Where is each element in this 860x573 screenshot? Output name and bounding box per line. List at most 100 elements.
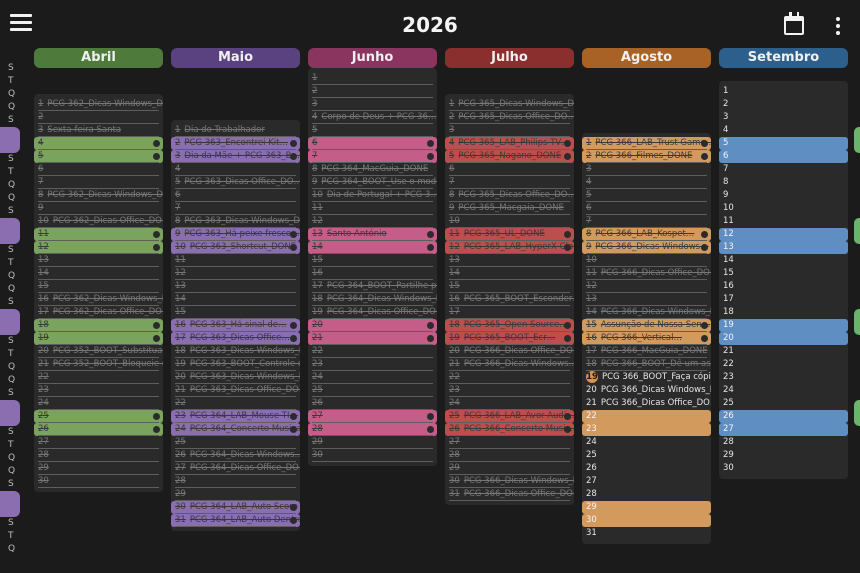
day-row[interactable]: 31 PCG 366_Dicas Office_DO…: [445, 488, 574, 501]
day-row[interactable]: 28: [308, 423, 437, 436]
day-row[interactable]: 29: [171, 488, 300, 501]
day-row[interactable]: 29: [445, 462, 574, 475]
prev-month-weekend-tab[interactable]: [0, 400, 20, 426]
day-row[interactable]: 6: [582, 202, 711, 215]
day-row[interactable]: 18PCG 363_Dicas Windows_D…: [171, 345, 300, 358]
day-row[interactable]: 14: [719, 254, 848, 267]
day-row[interactable]: 1: [308, 72, 437, 85]
day-row[interactable]: 4 PCG 365_LAB_Philips TV…: [445, 137, 574, 150]
day-row[interactable]: 19 PCG 365_BOOT_Ecr…: [445, 332, 574, 345]
remove-event-icon[interactable]: [153, 140, 160, 147]
day-row[interactable]: 7: [445, 176, 574, 189]
day-row[interactable]: 30: [719, 462, 848, 475]
day-row[interactable]: 26: [308, 397, 437, 410]
day-row[interactable]: 20 PCG 352_BOOT_Substitua…: [34, 345, 163, 358]
day-row[interactable]: 12 PCG 365_LAB_HyperX Clo…: [445, 241, 574, 254]
day-row[interactable]: 4: [719, 124, 848, 137]
day-row[interactable]: 27: [308, 410, 437, 423]
day-row[interactable]: 12: [308, 215, 437, 228]
day-row[interactable]: 31: [582, 527, 711, 540]
remove-event-icon[interactable]: [701, 322, 708, 329]
day-row[interactable]: 6: [34, 163, 163, 176]
day-row[interactable]: 24: [308, 371, 437, 384]
day-row[interactable]: 10: [582, 254, 711, 267]
day-row[interactable]: 19 PCG 363_BOOT_Controle o…: [171, 358, 300, 371]
day-row[interactable]: 15: [308, 254, 437, 267]
day-row[interactable]: 11: [308, 202, 437, 215]
day-row[interactable]: 7: [719, 163, 848, 176]
remove-event-icon[interactable]: [701, 153, 708, 160]
remove-event-icon[interactable]: [153, 426, 160, 433]
day-row[interactable]: 25 PCG 366_LAB_Avor Audi…: [445, 410, 574, 423]
day-row[interactable]: 30: [308, 449, 437, 462]
day-row[interactable]: 14: [34, 267, 163, 280]
remove-event-icon[interactable]: [153, 322, 160, 329]
day-row[interactable]: 5: [34, 150, 163, 163]
hamburger-menu-icon[interactable]: [10, 14, 32, 34]
day-row[interactable]: 1 PCG 362_Dicas Windows_D…: [34, 98, 163, 111]
day-row[interactable]: 17 PCG 362_Dicas Office_DO…: [34, 306, 163, 319]
remove-event-icon[interactable]: [427, 140, 434, 147]
day-row[interactable]: 1 Dia do Trabalhador: [171, 124, 300, 137]
day-row[interactable]: 25: [171, 436, 300, 449]
day-row[interactable]: 13: [171, 280, 300, 293]
day-row[interactable]: 5 PCG 365_Nagano_DONE: [445, 150, 574, 163]
day-row[interactable]: 3 Dia da Mãe + PCG 363_B…: [171, 150, 300, 163]
day-row[interactable]: 21 PCG 366_Dicas Windows…: [445, 358, 574, 371]
remove-event-icon[interactable]: [427, 153, 434, 160]
day-row[interactable]: 24: [582, 436, 711, 449]
day-row[interactable]: 8 PCG 366_LAB_Kospet…: [582, 228, 711, 241]
day-row[interactable]: 9 PCG 364_BOOT_Use o mod…: [308, 176, 437, 189]
day-row[interactable]: 25: [719, 397, 848, 410]
remove-event-icon[interactable]: [701, 140, 708, 147]
remove-event-icon[interactable]: [290, 244, 297, 251]
day-row[interactable]: 21: [719, 345, 848, 358]
day-row[interactable]: 19 PCG 366_BOOT_Faça cópia…: [582, 371, 711, 384]
month-header-agosto[interactable]: Agosto: [582, 48, 711, 68]
day-row[interactable]: 30PCG 366_Dicas Windows_D…: [445, 475, 574, 488]
day-row[interactable]: 15: [34, 280, 163, 293]
day-row[interactable]: 6: [171, 189, 300, 202]
day-row[interactable]: 23: [719, 371, 848, 384]
day-row[interactable]: 2 PCG 365_Dicas Office_DO…: [445, 111, 574, 124]
day-row[interactable]: 13: [582, 293, 711, 306]
remove-event-icon[interactable]: [564, 413, 571, 420]
day-row[interactable]: 8 PCG 364_MacGuia_DONE: [308, 163, 437, 176]
remove-event-icon[interactable]: [290, 517, 297, 524]
prev-month-weekend-tab[interactable]: [0, 127, 20, 153]
day-row[interactable]: 2 PCG 366_Filmes_DONE: [582, 150, 711, 163]
day-row[interactable]: 10 PCG 363_Shortcut_DONE: [171, 241, 300, 254]
day-row[interactable]: 10 Dia de Portugal + PCG 3…: [308, 189, 437, 202]
next-month-weekend-tab[interactable]: [854, 218, 860, 244]
day-row[interactable]: 26 PCG 364_Dicas Windows…: [171, 449, 300, 462]
day-row[interactable]: 24: [719, 384, 848, 397]
month-header-abril[interactable]: Abril: [34, 48, 163, 68]
day-row[interactable]: 2: [308, 85, 437, 98]
day-row[interactable]: 18 PCG 365_Open Source…: [445, 319, 574, 332]
day-row[interactable]: 23: [308, 358, 437, 371]
day-row[interactable]: 15: [719, 267, 848, 280]
remove-event-icon[interactable]: [427, 413, 434, 420]
day-row[interactable]: 5: [582, 189, 711, 202]
day-row[interactable]: 14PCG 366_Dicas Windows_D…: [582, 306, 711, 319]
day-row[interactable]: 7: [308, 150, 437, 163]
remove-event-icon[interactable]: [564, 426, 571, 433]
day-row[interactable]: 5: [719, 137, 848, 150]
day-row[interactable]: 10: [719, 202, 848, 215]
day-row[interactable]: 17PCG 364_BOOT_Partilhe pa…: [308, 280, 437, 293]
remove-event-icon[interactable]: [564, 153, 571, 160]
day-row[interactable]: 16: [719, 280, 848, 293]
day-row[interactable]: 20: [719, 332, 848, 345]
next-month-weekend-tab[interactable]: [854, 127, 860, 153]
day-row[interactable]: 24 PCG 364_Concerto Musical: [171, 423, 300, 436]
remove-event-icon[interactable]: [290, 153, 297, 160]
day-row[interactable]: 4: [34, 137, 163, 150]
day-row[interactable]: 22: [445, 371, 574, 384]
prev-month-weekend-tab[interactable]: [0, 491, 20, 517]
day-row[interactable]: 28: [719, 436, 848, 449]
remove-event-icon[interactable]: [701, 335, 708, 342]
day-row[interactable]: 3 Sexta-feira Santa: [34, 124, 163, 137]
day-row[interactable]: 3: [445, 124, 574, 137]
day-row[interactable]: 3: [308, 98, 437, 111]
day-row[interactable]: 12: [171, 267, 300, 280]
